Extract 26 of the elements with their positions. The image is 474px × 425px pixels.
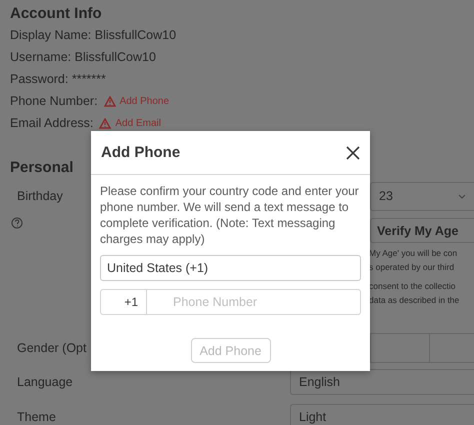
notice-text: consent to the collectio: [369, 280, 456, 293]
field-label: Theme: [17, 410, 56, 424]
field-label: Language: [17, 375, 73, 389]
section-title: Personal: [10, 158, 74, 176]
country-select[interactable]: United States (+1): [100, 255, 361, 281]
warning-icon: [99, 118, 112, 128]
phone-number-field[interactable]: Phone Number: [147, 289, 361, 315]
warning-icon: [104, 96, 116, 106]
add-email-link[interactable]: Add Email: [99, 118, 161, 128]
field-label: Email Address:: [10, 116, 94, 130]
field-label: Phone Number:: [10, 94, 98, 108]
account-field: Password: *******: [10, 72, 106, 86]
section-title: Account Info: [10, 4, 102, 22]
theme-select[interactable]: Light: [290, 404, 474, 425]
close-icon[interactable]: [346, 146, 360, 160]
country-code-field[interactable]: +1: [100, 289, 147, 315]
dialog-title: Add Phone: [101, 144, 180, 161]
chevron-icon: [458, 194, 466, 198]
field-label: Birthday: [17, 189, 63, 203]
account-field: Username: BlissfullCow10: [10, 50, 156, 64]
dialog-message: Please confirm your country code and enter your phone number. We will send a text message to complete verification. (Note: Text messaging charges may apply): [100, 183, 360, 247]
field-label: Gender (Opt: [17, 341, 86, 355]
help-icon[interactable]: [11, 217, 23, 229]
verify-age-button[interactable]: Verify My Age: [370, 218, 474, 243]
account-field: Display Name: BlissfullCow10: [10, 28, 176, 42]
add-phone-link[interactable]: Add Phone: [104, 96, 170, 106]
